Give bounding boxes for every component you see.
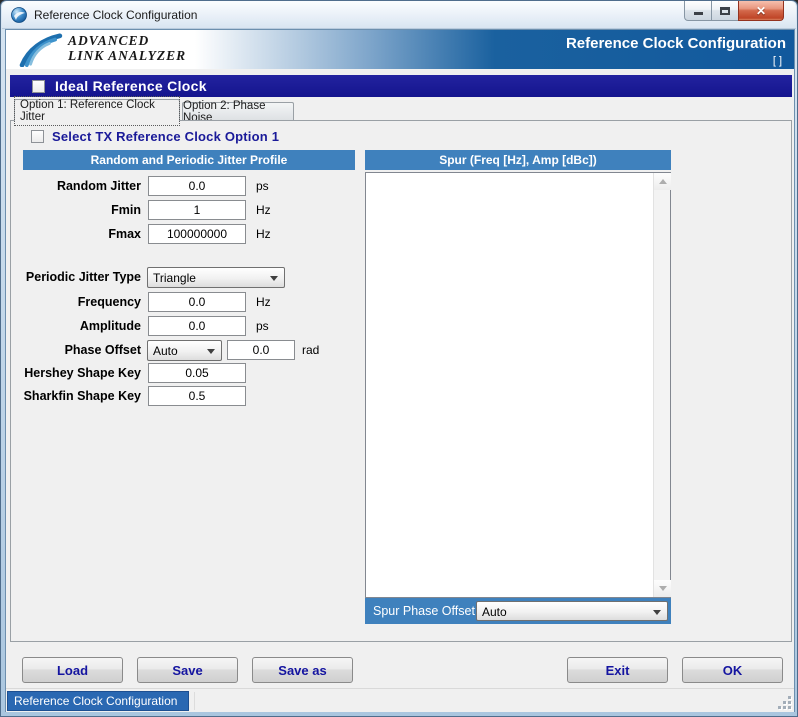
amplitude-label: Amplitude — [79, 319, 141, 333]
phase-offset-label: Phase Offset — [64, 343, 141, 357]
hershey-shape-key-input[interactable] — [148, 363, 246, 383]
sharkfin-shape-key-row: Sharkfin Shape Key — [11, 386, 351, 407]
maximize-icon — [720, 6, 730, 15]
random-jitter-row: Random Jitter ps — [11, 176, 351, 197]
arrow-up-icon — [658, 179, 667, 184]
spur-list-scrollbar[interactable] — [653, 173, 671, 597]
chevron-down-icon — [653, 610, 661, 615]
minimize-icon — [693, 12, 703, 15]
status-panel: Reference Clock Configuration — [7, 691, 189, 711]
tab-page-option1: Select TX Reference Clock Option 1 Rando… — [10, 120, 792, 642]
dialog-client-area: ADVANCED LINK ANALYZER Reference Clock C… — [5, 29, 795, 712]
hershey-shape-key-row: Hershey Shape Key — [11, 363, 351, 384]
close-button[interactable]: ✕ — [738, 1, 784, 21]
phase-offset-unit: rad — [302, 343, 320, 357]
app-icon — [11, 7, 27, 23]
fmax-input[interactable] — [148, 224, 246, 244]
ideal-reference-clock-label: Ideal Reference Clock — [55, 78, 207, 94]
amplitude-unit: ps — [256, 319, 269, 333]
spur-phase-offset-value: Auto — [482, 605, 507, 619]
frequency-unit: Hz — [256, 295, 271, 309]
periodic-jitter-type-row: Periodic Jitter Type Triangle — [11, 267, 351, 288]
tab-option1-reference-clock-jitter[interactable]: Option 1: Reference Clock Jitter — [14, 95, 180, 126]
load-button[interactable]: Load — [22, 657, 123, 683]
spur-panel-header: Spur (Freq [Hz], Amp [dBc]) — [365, 150, 671, 170]
fmin-unit: Hz — [256, 203, 271, 217]
fmin-row: Fmin Hz — [11, 200, 351, 221]
periodic-jitter-type-value: Triangle — [153, 271, 196, 285]
phase-offset-mode-dropdown[interactable]: Auto — [147, 340, 222, 361]
phase-offset-mode-value: Auto — [153, 344, 178, 358]
phase-offset-input[interactable] — [227, 340, 295, 360]
logo-text: ADVANCED LINK ANALYZER — [68, 33, 186, 63]
logo-line2: LINK ANALYZER — [68, 48, 187, 63]
minimize-button[interactable] — [684, 1, 712, 21]
tab-option2-phase-noise[interactable]: Option 2: Phase Noise — [182, 100, 294, 124]
spur-list[interactable] — [365, 172, 671, 598]
fmax-row: Fmax Hz — [11, 224, 351, 245]
resize-grip-icon[interactable] — [778, 696, 791, 709]
status-bar: Reference Clock Configuration — [6, 688, 794, 712]
amplitude-row: Amplitude ps — [11, 316, 351, 337]
sharkfin-shape-key-label: Sharkfin Shape Key — [23, 389, 141, 403]
window-title: Reference Clock Configuration — [34, 8, 198, 22]
frequency-label: Frequency — [77, 295, 141, 309]
ok-button[interactable]: OK — [682, 657, 783, 683]
ideal-reference-clock-checkbox[interactable] — [32, 79, 45, 93]
save-button[interactable]: Save — [137, 657, 238, 683]
page-subtitle: [ ] — [772, 55, 782, 67]
spur-phase-offset-label: Spur Phase Offset — [373, 604, 475, 618]
sharkfin-shape-key-input[interactable] — [148, 386, 246, 406]
random-jitter-unit: ps — [256, 179, 269, 193]
fmax-unit: Hz — [256, 227, 271, 241]
frequency-row: Frequency Hz — [11, 292, 351, 313]
exit-button[interactable]: Exit — [567, 657, 668, 683]
arrow-down-icon — [658, 586, 667, 591]
fmin-input[interactable] — [148, 200, 246, 220]
jitter-panel-header: Random and Periodic Jitter Profile — [23, 150, 355, 170]
spur-phase-offset-bar: Spur Phase Offset Auto — [365, 598, 671, 624]
tab-option1-label: Option 1: Reference Clock Jitter — [14, 95, 180, 126]
random-jitter-input[interactable] — [148, 176, 246, 196]
ideal-reference-clock-bar: Ideal Reference Clock — [10, 75, 792, 97]
maximize-button[interactable] — [711, 1, 739, 21]
spur-phase-offset-dropdown[interactable]: Auto — [476, 601, 668, 621]
amplitude-input[interactable] — [148, 316, 246, 336]
frequency-input[interactable] — [148, 292, 246, 312]
titlebar[interactable]: Reference Clock Configuration ✕ — [2, 1, 796, 29]
chevron-down-icon — [207, 349, 215, 354]
periodic-jitter-type-dropdown[interactable]: Triangle — [147, 267, 285, 288]
scroll-down-button[interactable] — [654, 580, 671, 597]
page-title: Reference Clock Configuration — [565, 35, 786, 52]
random-jitter-label: Random Jitter — [56, 179, 141, 193]
chevron-down-icon — [270, 276, 278, 281]
header-band: ADVANCED LINK ANALYZER Reference Clock C… — [6, 30, 794, 69]
status-separator — [194, 692, 195, 710]
hershey-shape-key-label: Hershey Shape Key — [24, 366, 141, 380]
logo-line1: ADVANCED — [68, 33, 150, 48]
close-icon: ✕ — [755, 3, 767, 18]
fmax-label: Fmax — [108, 227, 141, 241]
save-as-button[interactable]: Save as — [252, 657, 353, 683]
logo-icon — [19, 33, 63, 67]
select-tx-checkbox[interactable] — [31, 130, 44, 143]
window-controls: ✕ — [684, 1, 784, 21]
periodic-jitter-type-label: Periodic Jitter Type — [25, 270, 141, 284]
fmin-label: Fmin — [111, 203, 141, 217]
window: Reference Clock Configuration ✕ ADVANCED… — [0, 0, 798, 717]
scroll-up-button[interactable] — [654, 173, 671, 190]
phase-offset-row: Phase Offset Auto rad — [11, 340, 351, 361]
select-tx-label: Select TX Reference Clock Option 1 — [52, 129, 280, 144]
select-tx-row: Select TX Reference Clock Option 1 — [31, 129, 279, 144]
